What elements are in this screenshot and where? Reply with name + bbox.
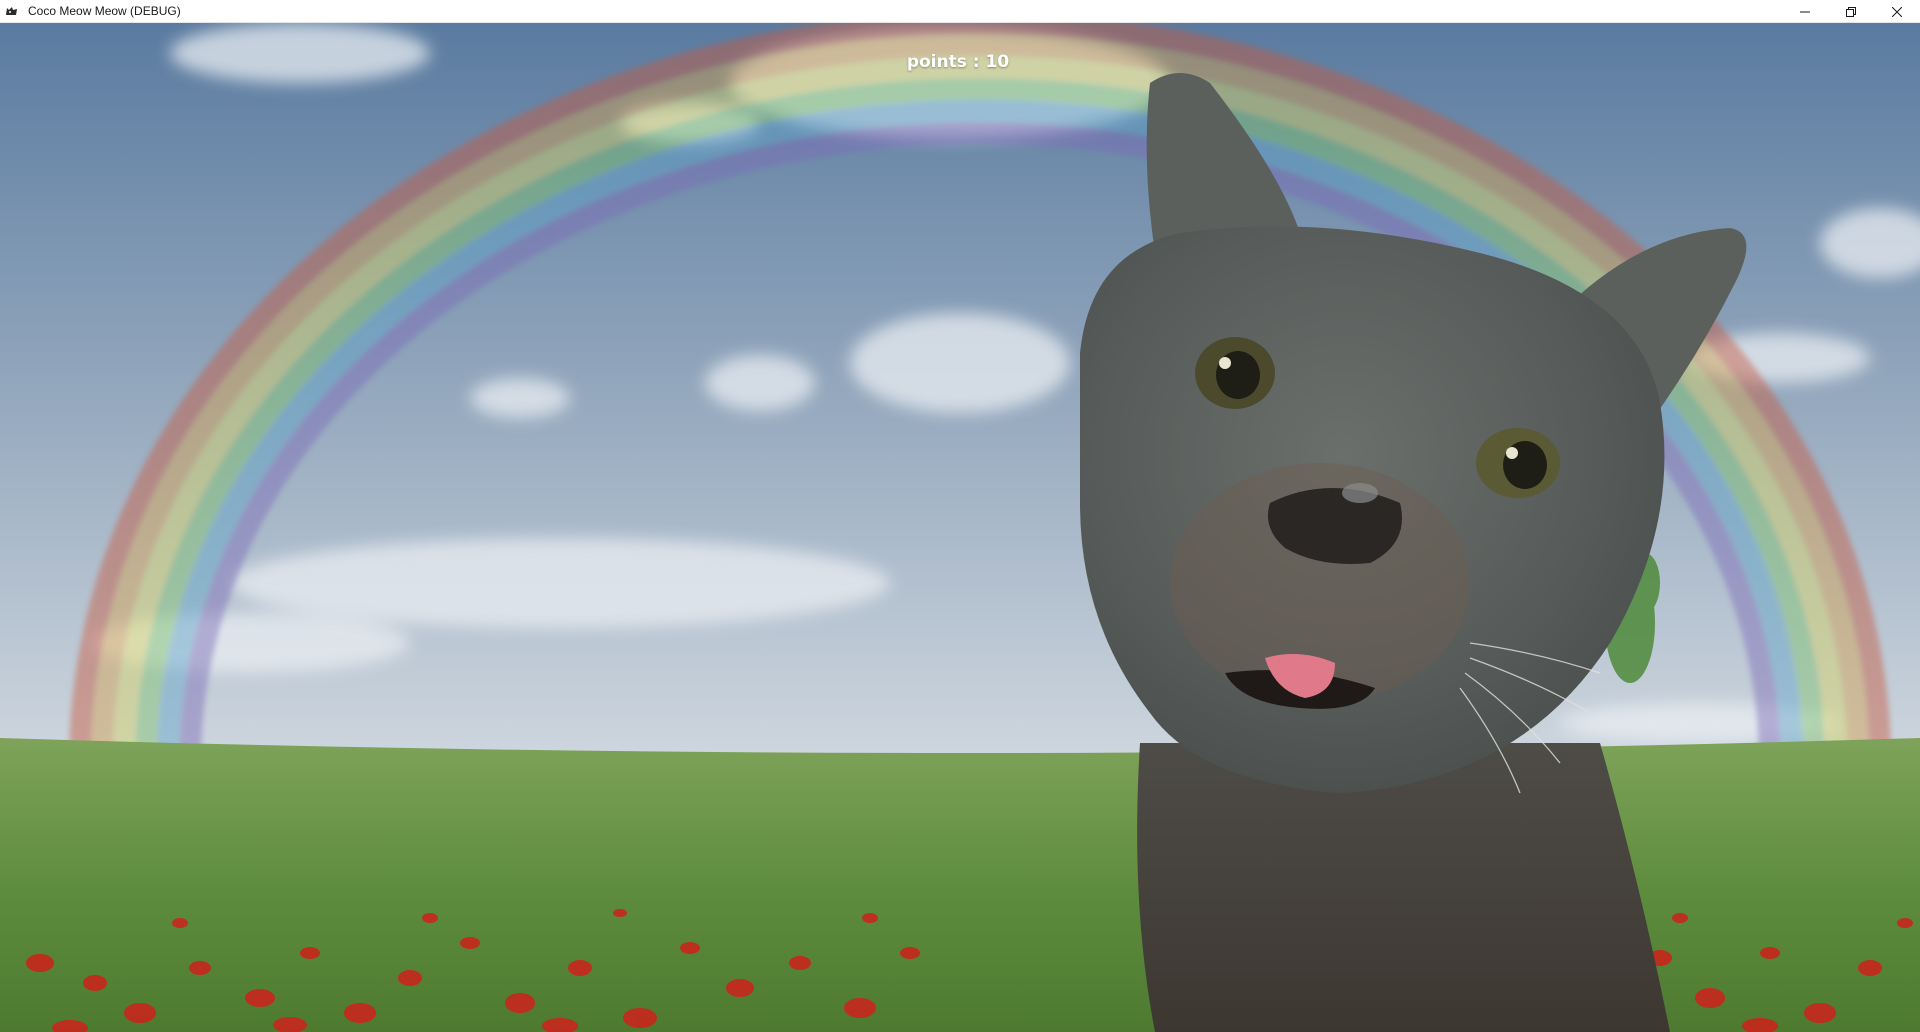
points-counter: points : 10 xyxy=(0,52,1920,72)
window-controls xyxy=(1782,0,1920,23)
minimize-icon xyxy=(1800,11,1810,12)
app-icon xyxy=(6,7,17,15)
window-title: Coco Meow Meow (DEBUG) xyxy=(28,4,181,18)
window-title-bar[interactable]: Coco Meow Meow (DEBUG) xyxy=(0,0,1920,23)
close-button[interactable] xyxy=(1874,0,1920,23)
minimize-button[interactable] xyxy=(1782,0,1828,23)
game-canvas[interactable]: points : 10 xyxy=(0,23,1920,1032)
points-text: points : 10 xyxy=(906,52,1010,72)
restore-icon xyxy=(1846,6,1856,17)
maximize-button[interactable] xyxy=(1828,0,1874,23)
game-scene xyxy=(0,23,1920,1032)
close-icon xyxy=(1892,6,1902,17)
